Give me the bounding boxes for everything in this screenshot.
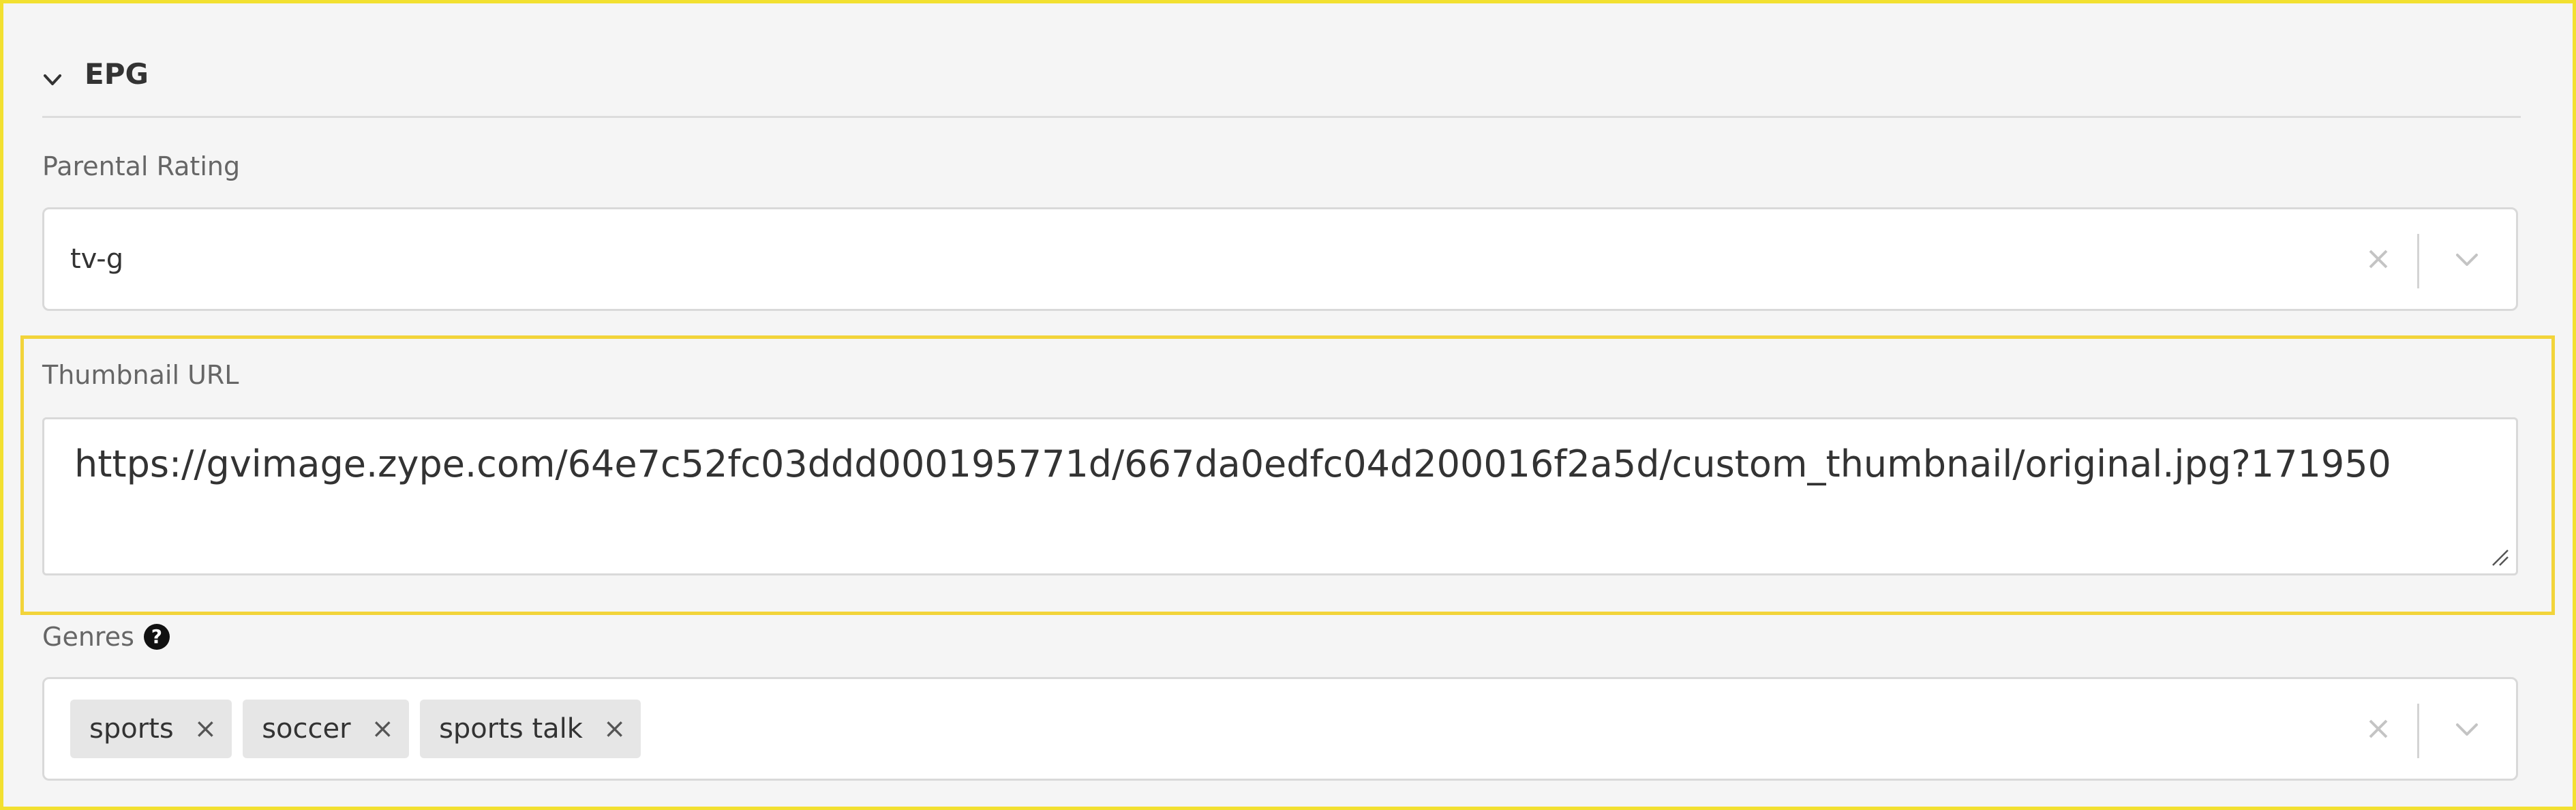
genre-tag-label: sports talk <box>439 713 583 745</box>
epg-section-header[interactable]: EPG <box>42 53 149 94</box>
genres-label: Genres? <box>42 622 170 652</box>
remove-tag-icon[interactable]: × <box>194 713 217 745</box>
chevron-down-icon[interactable] <box>2452 244 2482 274</box>
remove-tag-icon[interactable]: × <box>603 713 626 745</box>
remove-tag-icon[interactable]: × <box>372 713 395 745</box>
help-icon[interactable]: ? <box>143 623 170 650</box>
genre-tag-soccer: soccer × <box>243 700 410 758</box>
thumbnail-url-label: Thumbnail URL <box>42 360 239 390</box>
section-divider <box>42 116 2521 118</box>
genre-tag-label: sports <box>89 713 174 745</box>
genre-tag-sports-talk: sports talk × <box>420 700 641 758</box>
resize-grip-icon[interactable] <box>2487 545 2511 568</box>
chevron-down-icon[interactable] <box>2452 714 2482 744</box>
parental-rating-label: Parental Rating <box>42 151 241 181</box>
section-title: EPG <box>85 57 149 91</box>
genre-tag-sports: sports × <box>70 700 232 758</box>
thumbnail-url-textarea[interactable]: https://gvimage.zype.com/64e7c52fc03ddd0… <box>42 417 2518 575</box>
genres-multiselect[interactable]: sports × soccer × sports talk × <box>42 677 2518 781</box>
genre-tag-label: soccer <box>262 713 351 745</box>
parental-rating-value: tv-g <box>70 243 124 275</box>
parental-rating-select[interactable]: tv-g <box>42 207 2518 311</box>
indicator-separator <box>2417 234 2419 288</box>
genre-tags: sports × soccer × sports talk × <box>70 700 641 758</box>
genres-label-text: Genres <box>42 622 134 652</box>
close-icon[interactable] <box>2365 245 2392 273</box>
close-icon[interactable] <box>2365 715 2392 742</box>
indicator-separator <box>2417 704 2419 758</box>
thumbnail-url-value: https://gvimage.zype.com/64e7c52fc03ddd0… <box>74 442 2391 485</box>
chevron-down-icon <box>44 74 61 85</box>
